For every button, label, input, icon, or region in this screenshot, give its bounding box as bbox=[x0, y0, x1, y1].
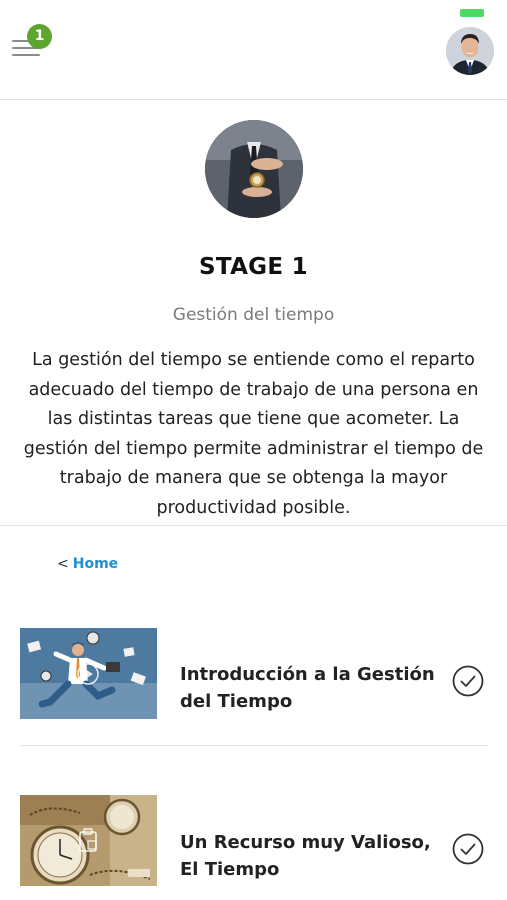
check-circle-icon bbox=[452, 833, 484, 865]
stage-description: La gestión del tiempo se entiende como e… bbox=[23, 350, 484, 518]
notification-badge: 1 bbox=[27, 24, 52, 49]
lesson-title: Introducción a la Gestión del Tiempo bbox=[180, 664, 435, 712]
lesson-item[interactable]: Un Recurso muy Valioso, El Tiempo bbox=[20, 795, 488, 887]
lesson-thumbnail bbox=[20, 795, 157, 886]
app-header: 1 bbox=[0, 0, 507, 100]
back-chevron-icon[interactable]: < bbox=[57, 556, 69, 572]
lesson-title: Un Recurso muy Valioso, El Tiempo bbox=[180, 832, 431, 880]
stage-image bbox=[205, 120, 303, 218]
check-circle-icon bbox=[452, 665, 484, 697]
breadcrumb-home-link[interactable]: Home bbox=[73, 556, 118, 572]
avatar[interactable] bbox=[446, 27, 494, 75]
online-status-indicator bbox=[460, 9, 484, 17]
breadcrumb: < Home bbox=[57, 556, 118, 572]
lesson-thumbnail bbox=[20, 628, 157, 719]
stage-title: STAGE 1 bbox=[199, 254, 308, 280]
lesson-item[interactable]: Introducción a la Gestión del Tiempo bbox=[20, 628, 488, 720]
section-divider bbox=[0, 525, 507, 526]
list-divider bbox=[20, 745, 488, 746]
stage-subtitle: Gestión del tiempo bbox=[172, 305, 335, 325]
